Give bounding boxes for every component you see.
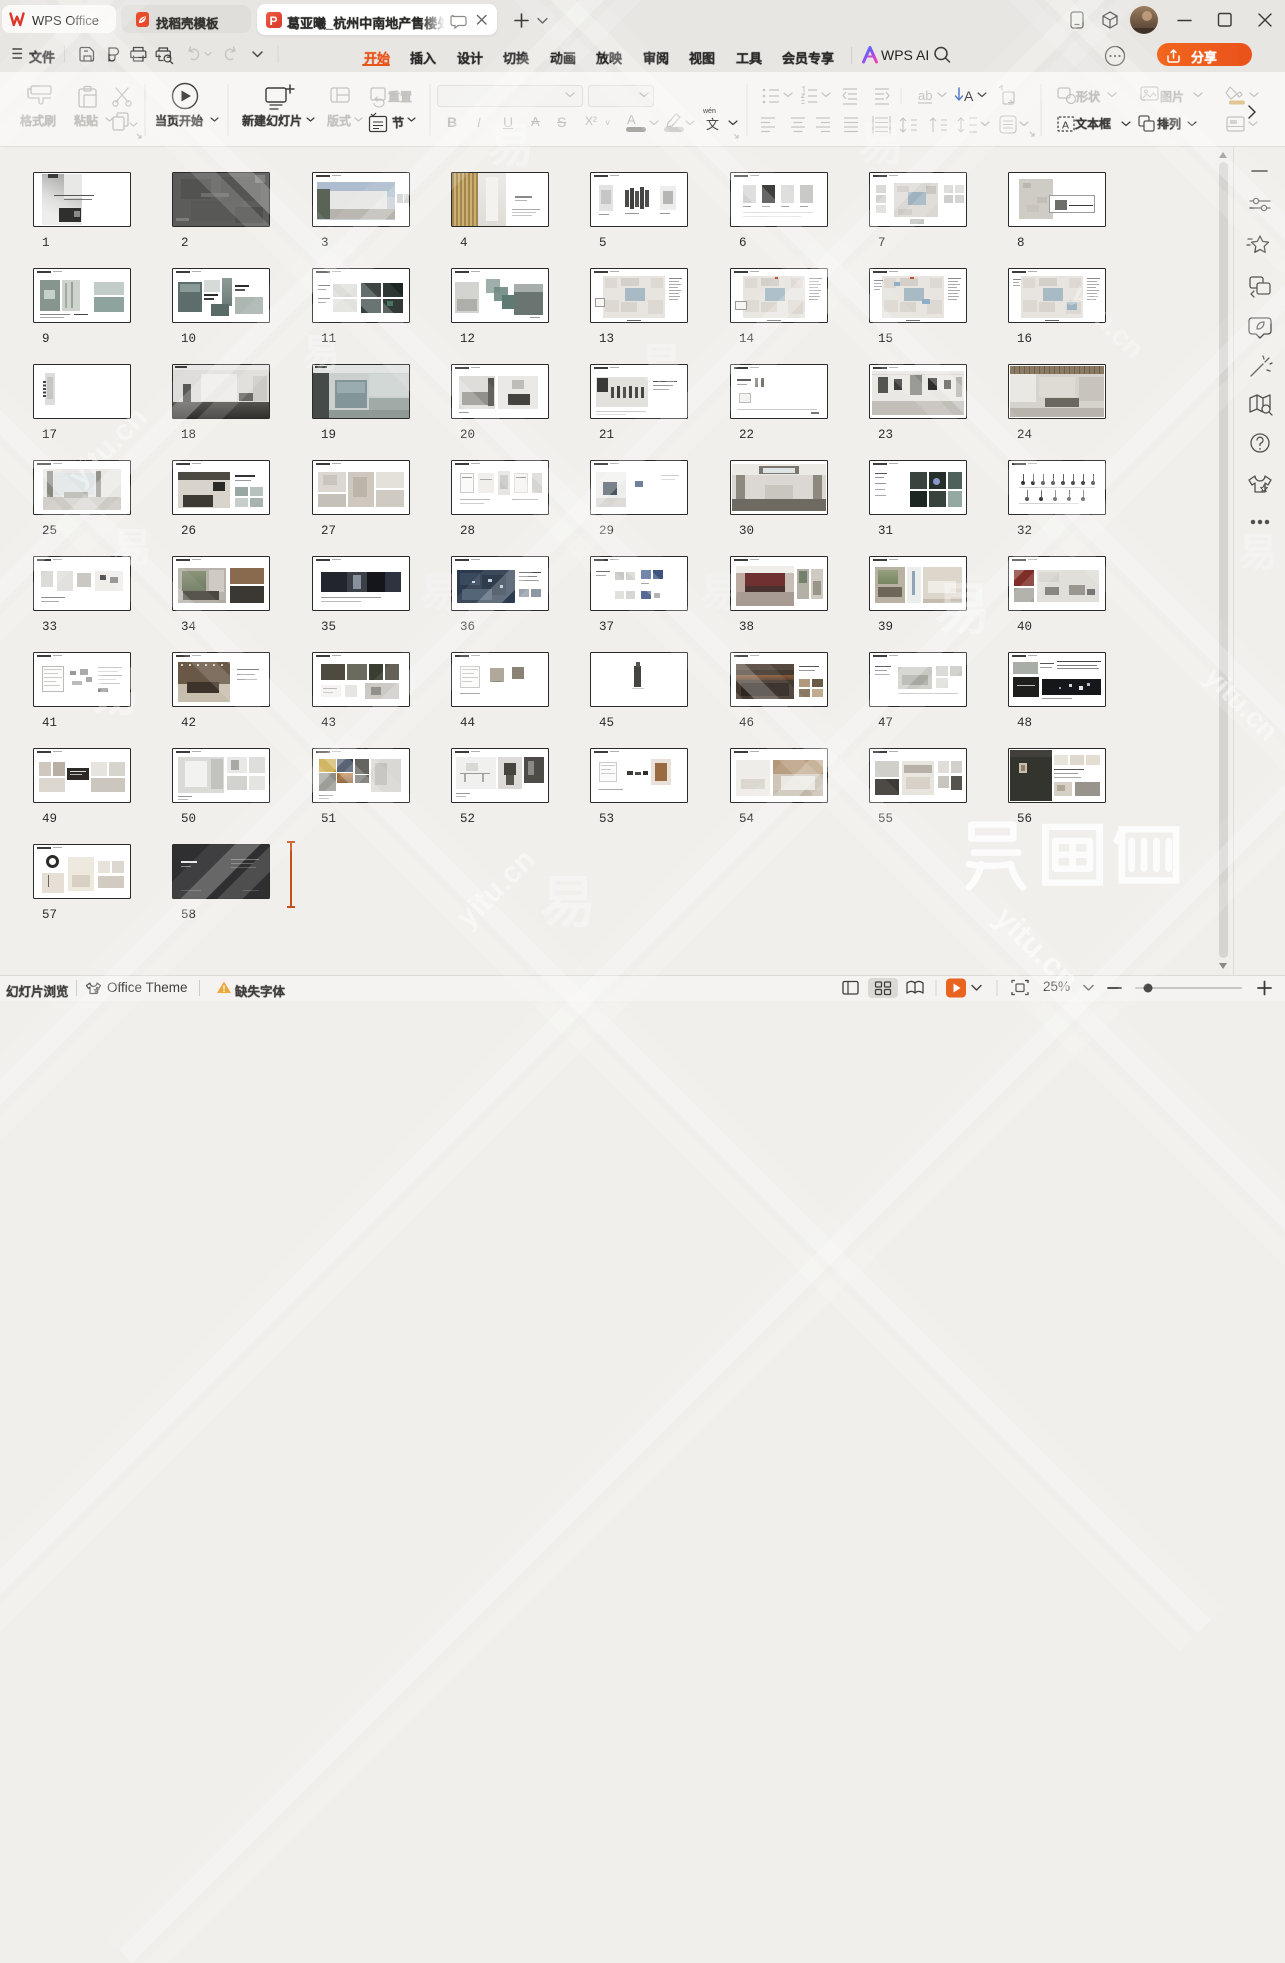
svg-text:A: A bbox=[964, 88, 974, 104]
svg-text:A: A bbox=[1062, 120, 1069, 132]
svg-text:ab: ab bbox=[918, 88, 932, 103]
